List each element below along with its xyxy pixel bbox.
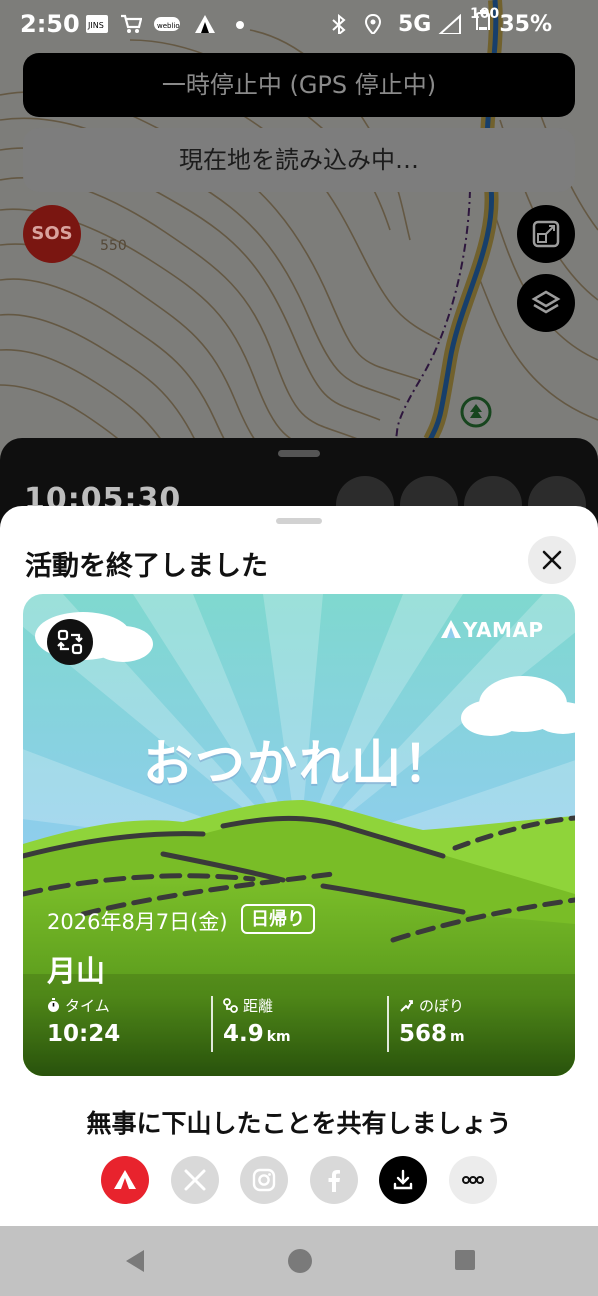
- status-time: 2:50: [20, 10, 80, 38]
- activity-finished-sheet: 活動を終了しました YAMAP おつかれ山！ 2026年8月7日(金) 日帰り …: [0, 506, 598, 1226]
- share-x-button[interactable]: [171, 1156, 219, 1204]
- location-icon: [364, 14, 382, 34]
- stat-ascent-unit: m: [450, 1029, 465, 1045]
- yamap-logo-icon: [441, 620, 461, 638]
- stat-time-label: タイム: [65, 997, 110, 1015]
- mountain-name: 月山: [47, 954, 106, 988]
- home-icon[interactable]: [287, 1248, 313, 1274]
- stat-ascent-label: のぼり: [419, 997, 465, 1015]
- battery-level: 35%: [499, 12, 552, 37]
- weblio-icon: weblio: [154, 17, 180, 31]
- facebook-icon: [328, 1170, 340, 1192]
- stat-divider: [387, 996, 389, 1052]
- back-icon[interactable]: [122, 1248, 148, 1274]
- stat-distance-label: 距離: [243, 997, 274, 1015]
- elevation-label: 550: [100, 238, 127, 254]
- svg-text:weblio: weblio: [157, 22, 180, 30]
- brand-name: YAMAP: [463, 618, 544, 642]
- route-icon: [223, 998, 238, 1013]
- instagram-icon: [252, 1168, 276, 1192]
- network-type: 5G: [398, 12, 432, 37]
- stat-distance-unit: km: [266, 1029, 291, 1045]
- trip-type-badge: 日帰り: [241, 904, 315, 934]
- summary-card: YAMAP おつかれ山！ 2026年8月7日(金) 日帰り 月山 タイム 10:…: [23, 594, 575, 1076]
- cart-icon: [121, 14, 142, 33]
- card-brand: YAMAP: [441, 618, 544, 642]
- activity-date: 2026年8月7日(金): [47, 910, 228, 934]
- resize-icon: [532, 220, 560, 248]
- stat-distance: 距離 4.9 km: [223, 996, 391, 1047]
- share-facebook-button[interactable]: [310, 1156, 358, 1204]
- location-loading-banner: 現在地を読み込み中…: [23, 128, 575, 192]
- close-button[interactable]: [528, 536, 576, 584]
- stat-divider: [211, 996, 213, 1052]
- swap-icon: [57, 629, 83, 655]
- stat-time-value: 10:24: [47, 1021, 121, 1047]
- ascent-icon: [400, 1000, 413, 1012]
- layers-icon: [531, 290, 561, 314]
- jins-icon: JINS: [86, 15, 108, 33]
- sheet-title: 活動を終了しました: [25, 551, 268, 582]
- share-instagram-button[interactable]: [240, 1156, 288, 1204]
- dot-icon: [236, 21, 244, 29]
- stat-time: タイム 10:24: [47, 996, 215, 1047]
- x-logo-icon: [184, 1169, 206, 1191]
- svg-text:JINS: JINS: [87, 21, 104, 30]
- sheet-drag-handle[interactable]: [276, 518, 322, 524]
- panel-drag-handle[interactable]: [278, 450, 320, 457]
- recents-icon[interactable]: [453, 1248, 477, 1272]
- stat-ascent-value: 568: [399, 1021, 448, 1047]
- bluetooth-icon: [332, 14, 346, 34]
- timer-icon: [48, 998, 59, 1012]
- share-yamap-button[interactable]: [101, 1156, 149, 1204]
- stat-distance-value: 4.9: [223, 1021, 264, 1047]
- sos-button[interactable]: SOS: [23, 205, 81, 263]
- close-icon: [542, 550, 562, 570]
- download-icon: [393, 1169, 413, 1190]
- map-expand-button[interactable]: [517, 205, 575, 263]
- share-prompt: 無事に下山したことを共有しましょう: [86, 1109, 512, 1138]
- battery-icon: [476, 10, 490, 30]
- card-headline: おつかれ山！: [143, 735, 455, 793]
- gps-status-banner: 一時停止中 (GPS 停止中): [23, 53, 575, 117]
- download-button[interactable]: [379, 1156, 427, 1204]
- swap-design-button[interactable]: [47, 619, 93, 665]
- more-icon: [462, 1176, 484, 1184]
- map-layers-button[interactable]: [517, 274, 575, 332]
- yamap-icon: [195, 15, 215, 33]
- more-share-button[interactable]: [449, 1156, 497, 1204]
- yamap-icon: [114, 1170, 136, 1189]
- status-bar: 2:50 JINS weblio 5G 100 35%: [0, 0, 598, 52]
- stat-ascent: のぼり 568 m: [399, 996, 567, 1047]
- system-navigation-bar: [0, 1226, 598, 1296]
- signal-icon: [438, 14, 461, 34]
